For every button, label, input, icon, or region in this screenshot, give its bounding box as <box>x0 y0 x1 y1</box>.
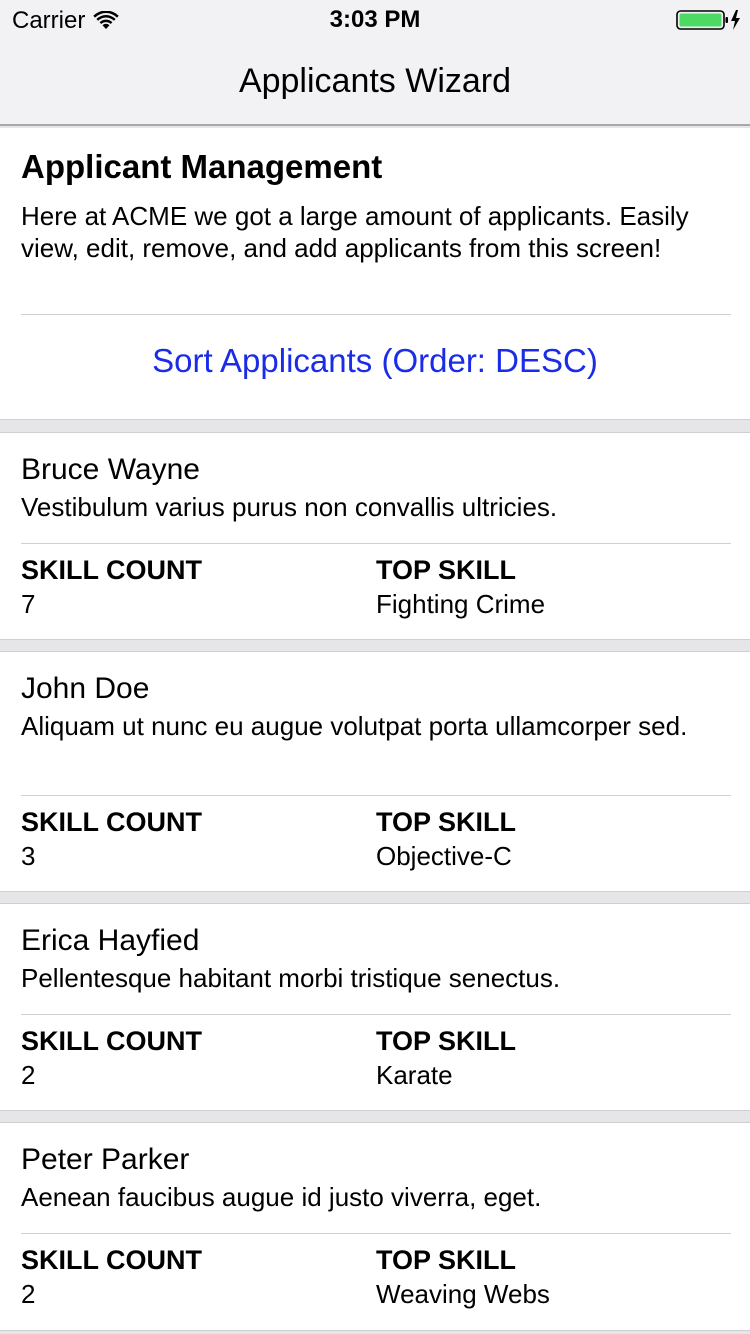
applicant-name: Erica Hayfied <box>21 924 200 957</box>
divider <box>21 314 731 315</box>
divider <box>21 795 731 796</box>
applicant-description: Vestibulum varius purus non convallis ul… <box>21 492 558 522</box>
status-bar: Carrier 3:03 PM <box>0 0 750 40</box>
applicant-card[interactable]: Erica Hayfied Pellentesque habitant morb… <box>0 903 750 1111</box>
status-time: 3:03 PM <box>329 6 421 33</box>
top-skill-label: TOP SKILL <box>376 1026 517 1056</box>
skill-count-label: SKILL COUNT <box>21 1026 202 1056</box>
navigation-bar: Applicants Wizard <box>0 40 750 126</box>
skill-count-label: SKILL COUNT <box>21 807 202 837</box>
page-title: Applicant Management <box>21 148 383 185</box>
applicant-name: Bruce Wayne <box>21 453 200 486</box>
sort-applicants-button[interactable]: Sort Applicants (Order: DESC) <box>0 342 750 380</box>
divider <box>21 1233 731 1234</box>
page-description: Here at ACME we got a large amount of ap… <box>21 201 689 263</box>
top-skill-label: TOP SKILL <box>376 1245 517 1275</box>
top-skill-value: Karate <box>376 1060 453 1090</box>
applicant-card[interactable]: Peter Parker Aenean faucibus augue id ju… <box>0 1122 750 1331</box>
applicant-description: Aenean faucibus augue id justo viverra, … <box>21 1182 542 1212</box>
battery-icon <box>676 10 740 30</box>
header-card: Applicant Management Here at ACME we got… <box>0 128 750 420</box>
nav-title: Applicants Wizard <box>238 62 512 100</box>
applicant-card[interactable]: Bruce Wayne Vestibulum varius purus non … <box>0 432 750 640</box>
divider <box>21 543 731 544</box>
top-skill-value: Fighting Crime <box>376 589 546 619</box>
skill-count-label: SKILL COUNT <box>21 555 202 585</box>
skill-count-value: 2 <box>21 1060 36 1090</box>
skill-count-value: 7 <box>21 589 36 619</box>
applicant-card[interactable]: John Doe Aliquam ut nunc eu augue volutp… <box>0 651 750 892</box>
applicant-description: Pellentesque habitant morbi tristique se… <box>21 963 561 993</box>
top-skill-value: Objective-C <box>376 841 512 871</box>
skill-count-value: 3 <box>21 841 36 871</box>
skill-count-value: 2 <box>21 1279 36 1309</box>
applicant-name: Peter Parker <box>21 1143 190 1176</box>
top-skill-label: TOP SKILL <box>376 807 517 837</box>
skill-count-label: SKILL COUNT <box>21 1245 202 1275</box>
applicant-description: Aliquam ut nunc eu augue volutpat porta … <box>21 711 688 741</box>
divider <box>21 1014 731 1015</box>
top-skill-value: Weaving Webs <box>376 1279 550 1309</box>
applicant-name: John Doe <box>21 672 150 705</box>
top-skill-label: TOP SKILL <box>376 555 517 585</box>
